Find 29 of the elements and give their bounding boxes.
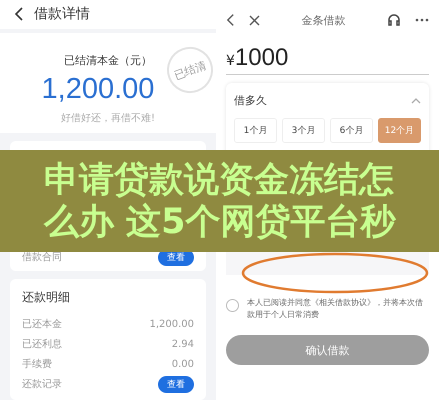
screen-title: 金条借款 bbox=[300, 12, 346, 28]
headline-text: 么办 这5个网贷平台秒 bbox=[44, 201, 397, 243]
more-icon[interactable] bbox=[415, 18, 429, 22]
back-icon[interactable] bbox=[226, 13, 235, 27]
agreement-text: 本人已阅读并同意《相关借款协议》，并将本次借款用于个人日常消费 bbox=[247, 297, 424, 321]
screen-title: 借款详情 bbox=[34, 5, 90, 24]
amount-field[interactable]: ¥1000 bbox=[226, 40, 429, 75]
row-value: 1,200.00 bbox=[149, 318, 194, 330]
back-icon[interactable] bbox=[14, 7, 24, 22]
slogan: 好借好还，再借不难! bbox=[60, 112, 155, 126]
row-label: 手续费 bbox=[22, 358, 52, 371]
summary-label: 已结清本金（元） bbox=[64, 52, 152, 68]
row-label: 已还本金 bbox=[22, 318, 62, 331]
amount: 1,200.00 bbox=[42, 74, 154, 106]
section-title: 还款明细 bbox=[22, 289, 71, 306]
headline-text: 申请贷款说资金冻结怎 bbox=[44, 159, 395, 201]
term-option[interactable]: 3个月 bbox=[282, 118, 325, 143]
row-label: 借款合同 bbox=[22, 251, 62, 264]
term-option[interactable]: 6个月 bbox=[330, 118, 373, 143]
headset-icon[interactable] bbox=[387, 13, 401, 27]
view-button[interactable]: 查看 bbox=[158, 376, 194, 392]
section-title: 借多久 bbox=[234, 93, 267, 108]
row-value: 0.00 bbox=[172, 358, 194, 370]
row-value: 2.94 bbox=[172, 338, 194, 350]
row-label: 已还利息 bbox=[22, 338, 62, 351]
close-icon[interactable] bbox=[249, 14, 260, 26]
row-label: 还款记录 bbox=[22, 378, 62, 391]
term-option[interactable]: 1个月 bbox=[234, 118, 277, 143]
agreement-checkbox[interactable] bbox=[226, 299, 239, 312]
